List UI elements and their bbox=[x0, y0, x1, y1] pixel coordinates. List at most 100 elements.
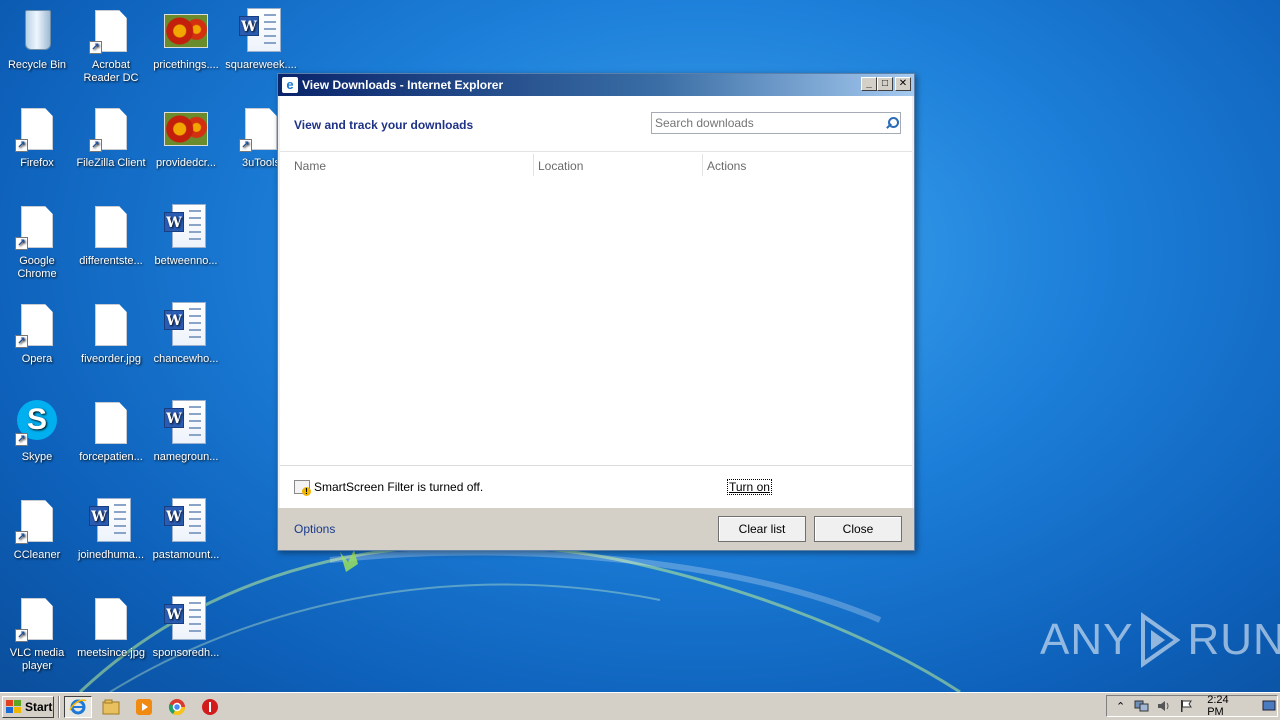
clear-list-button[interactable]: Clear list bbox=[718, 516, 806, 542]
window-titlebar[interactable]: e View Downloads - Internet Explorer _ □… bbox=[278, 74, 914, 96]
desktop-icon-chrome[interactable]: ↗ Google Chrome bbox=[0, 204, 74, 281]
desktop-icon-label: VLC media player bbox=[9, 647, 65, 672]
desktop-icon-pastamount[interactable]: W pastamount... bbox=[149, 498, 223, 562]
desktop-icon-differentste[interactable]: differentste... bbox=[74, 204, 148, 268]
desktop-icon-label: pricethings.... bbox=[153, 59, 219, 71]
chrome-taskbar-button[interactable] bbox=[163, 696, 191, 718]
show-hidden-icons-icon[interactable]: ⌃ bbox=[1113, 698, 1128, 714]
desktop-icon-meetsince[interactable]: meetsince.jpg bbox=[74, 596, 148, 660]
desktop-icon-label: meetsince.jpg bbox=[77, 647, 145, 659]
file-icon bbox=[87, 400, 135, 448]
search-downloads-box[interactable] bbox=[651, 112, 901, 134]
word-document-icon: W bbox=[162, 400, 210, 448]
word-document-icon: W bbox=[162, 302, 210, 350]
desktop-icon-label: betweenno... bbox=[154, 255, 218, 267]
downloads-header: View and track your downloads bbox=[280, 96, 912, 152]
vlc-shortcut-icon: ↗ bbox=[13, 596, 61, 644]
desktop-icon-label: Firefox bbox=[20, 157, 54, 169]
network-icon[interactable] bbox=[1134, 698, 1150, 714]
firefox-shortcut-icon: ↗ bbox=[13, 106, 61, 154]
desktop-icon-acrobat[interactable]: ↗ Acrobat Reader DC bbox=[74, 8, 148, 85]
word-document-icon: W bbox=[237, 8, 285, 56]
desktop-icon-label: pastamount... bbox=[152, 549, 220, 561]
chrome-shortcut-icon: ↗ bbox=[13, 204, 61, 252]
desktop-icon-label: CCleaner bbox=[13, 549, 61, 561]
search-downloads-input[interactable] bbox=[652, 116, 882, 130]
desktop-icon-filezilla[interactable]: ↗ FileZilla Client bbox=[74, 106, 148, 170]
anyrun-watermark: ANY RUN bbox=[1040, 612, 1280, 668]
maximize-button[interactable]: □ bbox=[877, 77, 893, 91]
desktop-icon-fiveorder[interactable]: fiveorder.jpg bbox=[74, 302, 148, 366]
ccleaner-shortcut-icon: ↗ bbox=[13, 498, 61, 546]
search-icon[interactable] bbox=[882, 114, 900, 132]
desktop-icon-label: squareweek.... bbox=[225, 59, 297, 71]
desktop-icon-opera[interactable]: ↗ Opera bbox=[0, 302, 74, 366]
desktop-icon-providedcr[interactable]: providedcr... bbox=[149, 106, 223, 170]
clock[interactable]: 2:24 PM bbox=[1207, 694, 1246, 718]
close-button[interactable]: Close bbox=[814, 516, 902, 542]
column-header-location[interactable]: Location bbox=[538, 159, 583, 173]
desktop-icon-joinedhuma[interactable]: W joinedhuma... bbox=[74, 498, 148, 562]
opera-shortcut-icon: ↗ bbox=[13, 302, 61, 350]
taskbar-separator bbox=[58, 695, 60, 718]
downloads-list bbox=[280, 179, 912, 465]
word-document-icon: W bbox=[87, 498, 135, 546]
word-document-icon: W bbox=[162, 204, 210, 252]
show-desktop-icon[interactable] bbox=[1262, 698, 1277, 714]
view-downloads-window: e View Downloads - Internet Explorer _ □… bbox=[277, 73, 915, 551]
stop-taskbar-button[interactable] bbox=[196, 696, 224, 718]
desktop-icon-skype[interactable]: S ↗ Skype bbox=[0, 400, 74, 464]
windows-logo-icon bbox=[6, 699, 22, 714]
internet-explorer-icon: e bbox=[282, 77, 298, 93]
file-icon bbox=[87, 596, 135, 644]
desktop-icon-label: fiveorder.jpg bbox=[81, 353, 141, 365]
smartscreen-warning-icon bbox=[294, 480, 311, 496]
desktop-icon-label: differentste... bbox=[79, 255, 143, 267]
media-player-icon bbox=[136, 698, 152, 715]
desktop-icon-chancewho[interactable]: W chancewho... bbox=[149, 302, 223, 366]
desktop-icon-forcepatien[interactable]: forcepatien... bbox=[74, 400, 148, 464]
desktop-icon-squareweek[interactable]: W squareweek.... bbox=[224, 8, 298, 72]
media-player-taskbar-button[interactable] bbox=[130, 696, 158, 718]
options-link[interactable]: Options bbox=[294, 522, 335, 536]
explorer-taskbar-button[interactable] bbox=[97, 696, 125, 718]
desktop-icon-betweenno[interactable]: W betweenno... bbox=[149, 204, 223, 268]
stop-icon bbox=[202, 698, 218, 715]
window-title: View Downloads - Internet Explorer bbox=[302, 78, 504, 92]
system-tray: ⌃ 2:24 PM bbox=[1106, 694, 1278, 718]
minimize-button[interactable]: _ bbox=[861, 77, 877, 91]
desktop-icon-label: Recycle Bin bbox=[7, 59, 67, 71]
downloads-heading: View and track your downloads bbox=[294, 118, 474, 132]
desktop-icon-label: chancewho... bbox=[153, 353, 219, 365]
turn-on-link[interactable]: Turn on bbox=[727, 479, 772, 495]
desktop-icon-label: joinedhuma... bbox=[77, 549, 145, 561]
desktop-icon-label: Skype bbox=[21, 451, 53, 463]
column-divider[interactable] bbox=[702, 154, 703, 176]
desktop-icon-recycle-bin[interactable]: Recycle Bin bbox=[0, 8, 74, 72]
start-label: Start bbox=[25, 699, 53, 714]
desktop-icon-sponsoredh[interactable]: W sponsoredh... bbox=[149, 596, 223, 660]
volume-icon[interactable] bbox=[1156, 698, 1172, 714]
desktop-icon-namegroun[interactable]: W namegroun... bbox=[149, 400, 223, 464]
desktop-icon-firefox[interactable]: ↗ Firefox bbox=[0, 106, 74, 170]
recycle-bin-icon bbox=[25, 10, 51, 50]
smartscreen-bar: SmartScreen Filter is turned off. Turn o… bbox=[280, 465, 912, 508]
desktop-icon-vlc[interactable]: ↗ VLC media player bbox=[0, 596, 74, 673]
image-file-icon bbox=[162, 8, 210, 56]
close-window-button[interactable]: ✕ bbox=[895, 77, 911, 91]
internet-explorer-icon bbox=[69, 698, 87, 714]
desktop-icon-pricethings[interactable]: pricethings.... bbox=[149, 8, 223, 72]
skype-shortcut-icon: S ↗ bbox=[13, 400, 61, 448]
smartscreen-status-text: SmartScreen Filter is turned off. bbox=[314, 480, 484, 494]
play-logo-icon bbox=[1141, 612, 1181, 668]
desktop-icon-ccleaner[interactable]: ↗ CCleaner bbox=[0, 498, 74, 562]
desktop-icon-label: namegroun... bbox=[153, 451, 219, 463]
column-divider[interactable] bbox=[533, 154, 534, 176]
image-file-icon bbox=[162, 106, 210, 154]
column-header-name[interactable]: Name bbox=[294, 159, 326, 173]
action-center-flag-icon[interactable] bbox=[1178, 698, 1193, 714]
internet-explorer-taskbar-button[interactable] bbox=[64, 695, 92, 718]
column-header-actions[interactable]: Actions bbox=[707, 159, 746, 173]
desktop-icon-label: sponsoredh... bbox=[152, 647, 220, 659]
start-button[interactable]: Start bbox=[2, 695, 54, 718]
